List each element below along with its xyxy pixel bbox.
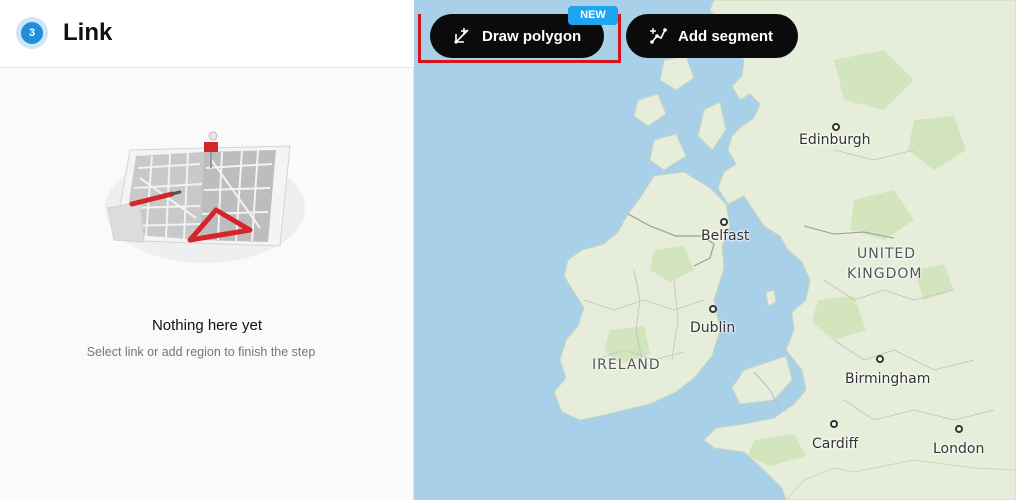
label-cardiff: Cardiff <box>812 436 859 452</box>
cardiff-marker[interactable] <box>830 420 838 428</box>
add-segment-button[interactable]: Add segment <box>626 14 798 58</box>
dublin-marker[interactable] <box>709 305 717 313</box>
add-segment-label: Add segment <box>678 27 774 45</box>
empty-map-illustration <box>105 131 305 263</box>
label-united: UNITED <box>857 246 917 262</box>
map-canvas[interactable]: Edinburgh Belfast UNITED KINGDOM Dublin … <box>414 0 1016 500</box>
draw-polygon-label: Draw polygon <box>482 27 582 45</box>
step-panel: 3 Link Nothing here yet Select link or a… <box>0 0 414 500</box>
label-london: London <box>933 441 985 457</box>
label-kingdom: KINGDOM <box>847 266 923 282</box>
draw-polygon-icon <box>454 28 469 44</box>
empty-state-subtitle: Select link or add region to finish the … <box>86 345 316 359</box>
new-badge: NEW <box>568 6 618 25</box>
edinburgh-marker[interactable] <box>832 123 840 131</box>
birmingham-marker[interactable] <box>876 355 884 363</box>
label-belfast: Belfast <box>701 228 750 244</box>
map-basemap <box>553 0 1016 500</box>
london-marker[interactable] <box>955 425 963 433</box>
label-ireland: IRELAND <box>592 357 661 373</box>
ireland-landmass <box>553 171 731 421</box>
label-edinburgh: Edinburgh <box>799 132 871 148</box>
label-birmingham: Birmingham <box>845 371 931 387</box>
step-badge: 3 <box>16 17 48 49</box>
add-segment-icon <box>650 28 667 44</box>
step-number: 3 <box>21 22 43 44</box>
panel-title: Link <box>63 19 113 46</box>
belfast-marker[interactable] <box>720 218 728 226</box>
label-dublin: Dublin <box>690 320 736 336</box>
empty-state-title: Nothing here yet <box>151 317 263 334</box>
panel-header: 3 Link <box>0 0 414 68</box>
